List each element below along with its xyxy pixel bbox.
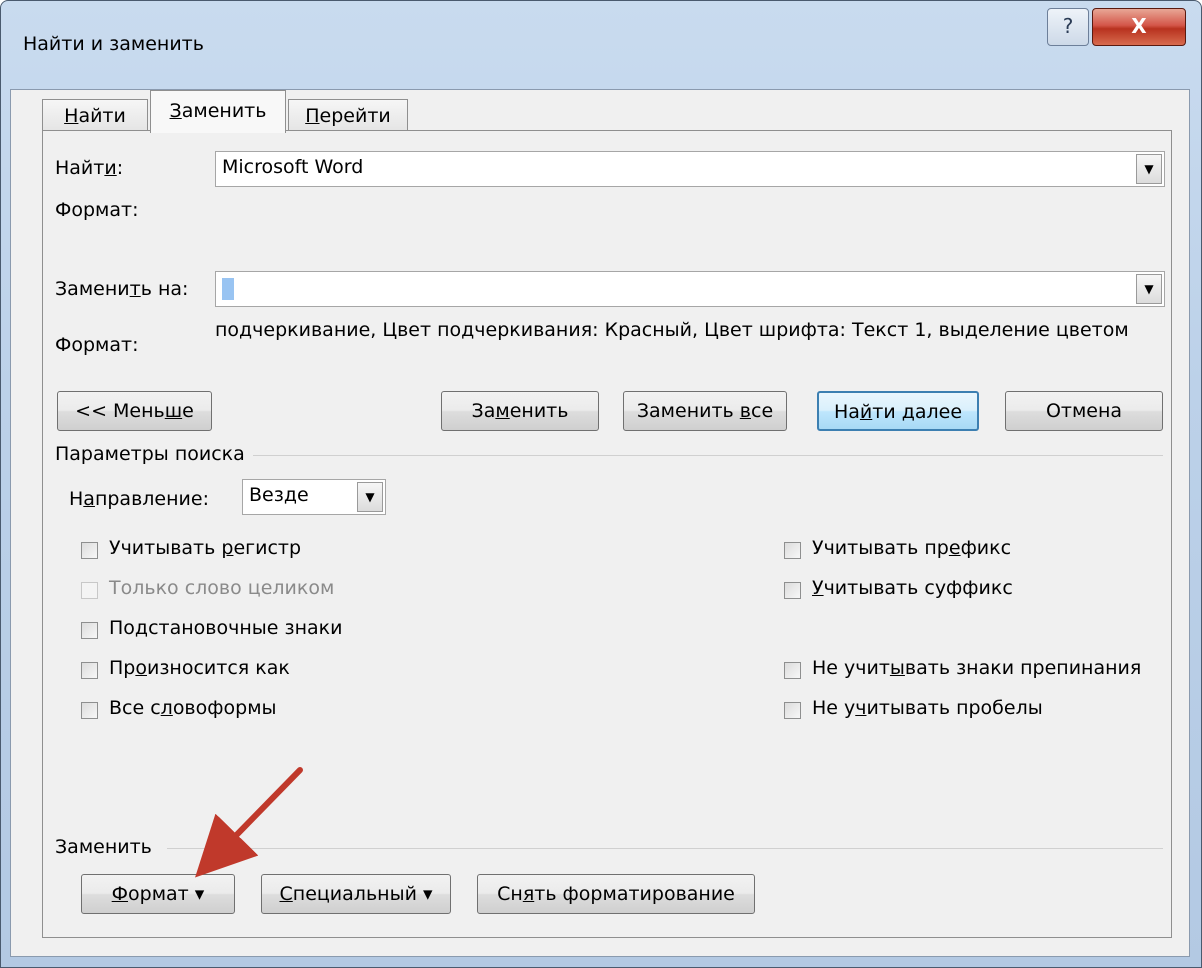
annotation-arrow-icon bbox=[195, 767, 303, 878]
tab-replace[interactable]: Заменить bbox=[150, 90, 286, 133]
